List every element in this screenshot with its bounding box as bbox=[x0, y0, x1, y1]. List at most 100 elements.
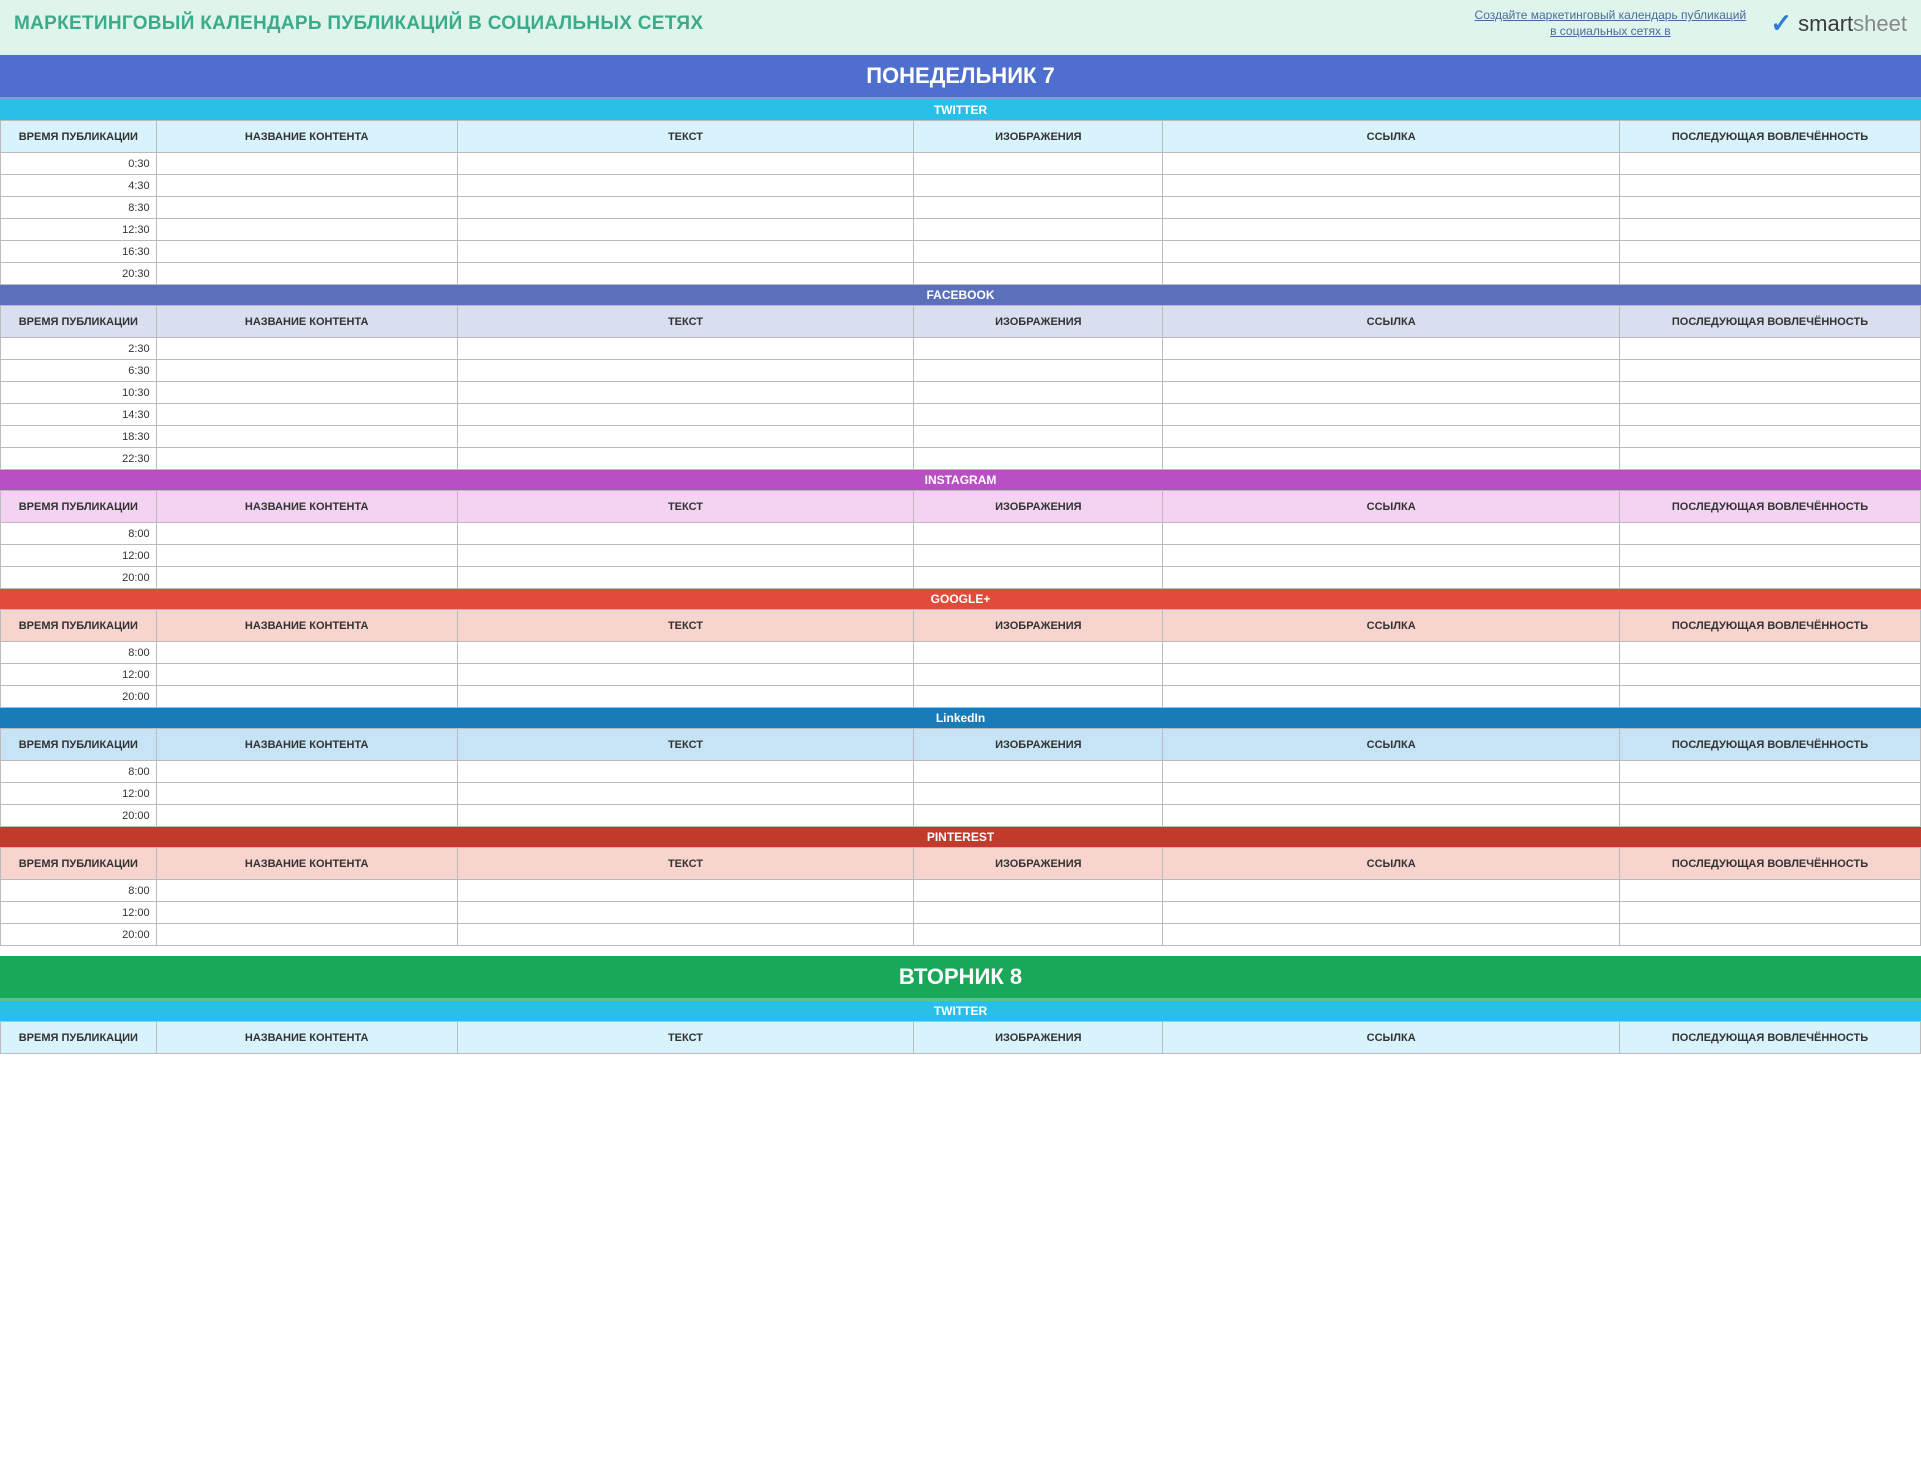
data-cell[interactable] bbox=[156, 263, 457, 285]
time-cell[interactable]: 8:00 bbox=[1, 761, 157, 783]
data-cell[interactable] bbox=[1619, 219, 1920, 241]
data-cell[interactable] bbox=[914, 338, 1163, 360]
data-cell[interactable] bbox=[156, 664, 457, 686]
data-cell[interactable] bbox=[1163, 153, 1620, 175]
time-cell[interactable]: 12:00 bbox=[1, 783, 157, 805]
data-cell[interactable] bbox=[1619, 902, 1920, 924]
data-cell[interactable] bbox=[1619, 382, 1920, 404]
data-cell[interactable] bbox=[1163, 197, 1620, 219]
data-cell[interactable] bbox=[914, 805, 1163, 827]
data-cell[interactable] bbox=[457, 153, 914, 175]
data-cell[interactable] bbox=[1619, 783, 1920, 805]
data-cell[interactable] bbox=[1163, 263, 1620, 285]
data-cell[interactable] bbox=[914, 153, 1163, 175]
data-cell[interactable] bbox=[156, 642, 457, 664]
data-cell[interactable] bbox=[1619, 523, 1920, 545]
data-cell[interactable] bbox=[914, 197, 1163, 219]
data-cell[interactable] bbox=[457, 567, 914, 589]
data-cell[interactable] bbox=[1163, 880, 1620, 902]
data-cell[interactable] bbox=[914, 761, 1163, 783]
data-cell[interactable] bbox=[914, 783, 1163, 805]
data-cell[interactable] bbox=[457, 642, 914, 664]
data-cell[interactable] bbox=[1619, 197, 1920, 219]
data-cell[interactable] bbox=[1619, 805, 1920, 827]
data-cell[interactable] bbox=[1163, 783, 1620, 805]
data-cell[interactable] bbox=[914, 382, 1163, 404]
time-cell[interactable]: 18:30 bbox=[1, 426, 157, 448]
data-cell[interactable] bbox=[1163, 404, 1620, 426]
data-cell[interactable] bbox=[1619, 761, 1920, 783]
data-cell[interactable] bbox=[457, 924, 914, 946]
data-cell[interactable] bbox=[1163, 338, 1620, 360]
data-cell[interactable] bbox=[1619, 924, 1920, 946]
data-cell[interactable] bbox=[156, 545, 457, 567]
time-cell[interactable]: 6:30 bbox=[1, 360, 157, 382]
data-cell[interactable] bbox=[156, 902, 457, 924]
time-cell[interactable]: 10:30 bbox=[1, 382, 157, 404]
data-cell[interactable] bbox=[1619, 664, 1920, 686]
data-cell[interactable] bbox=[156, 153, 457, 175]
data-cell[interactable] bbox=[914, 360, 1163, 382]
data-cell[interactable] bbox=[1619, 567, 1920, 589]
data-cell[interactable] bbox=[457, 263, 914, 285]
time-cell[interactable]: 20:00 bbox=[1, 805, 157, 827]
data-cell[interactable] bbox=[1619, 360, 1920, 382]
data-cell[interactable] bbox=[1163, 448, 1620, 470]
time-cell[interactable]: 0:30 bbox=[1, 153, 157, 175]
time-cell[interactable]: 12:00 bbox=[1, 902, 157, 924]
data-cell[interactable] bbox=[156, 761, 457, 783]
data-cell[interactable] bbox=[1163, 902, 1620, 924]
data-cell[interactable] bbox=[1163, 686, 1620, 708]
data-cell[interactable] bbox=[156, 523, 457, 545]
data-cell[interactable] bbox=[457, 404, 914, 426]
data-cell[interactable] bbox=[1163, 567, 1620, 589]
data-cell[interactable] bbox=[914, 404, 1163, 426]
data-cell[interactable] bbox=[1619, 426, 1920, 448]
data-cell[interactable] bbox=[457, 545, 914, 567]
data-cell[interactable] bbox=[914, 686, 1163, 708]
data-cell[interactable] bbox=[1619, 338, 1920, 360]
data-cell[interactable] bbox=[156, 382, 457, 404]
data-cell[interactable] bbox=[457, 338, 914, 360]
data-cell[interactable] bbox=[914, 664, 1163, 686]
data-cell[interactable] bbox=[457, 360, 914, 382]
data-cell[interactable] bbox=[457, 175, 914, 197]
data-cell[interactable] bbox=[156, 219, 457, 241]
data-cell[interactable] bbox=[156, 338, 457, 360]
data-cell[interactable] bbox=[457, 241, 914, 263]
data-cell[interactable] bbox=[457, 686, 914, 708]
time-cell[interactable]: 14:30 bbox=[1, 404, 157, 426]
data-cell[interactable] bbox=[1163, 219, 1620, 241]
data-cell[interactable] bbox=[1619, 686, 1920, 708]
data-cell[interactable] bbox=[457, 761, 914, 783]
time-cell[interactable]: 20:30 bbox=[1, 263, 157, 285]
time-cell[interactable]: 4:30 bbox=[1, 175, 157, 197]
data-cell[interactable] bbox=[914, 241, 1163, 263]
data-cell[interactable] bbox=[156, 360, 457, 382]
data-cell[interactable] bbox=[457, 197, 914, 219]
data-cell[interactable] bbox=[1619, 448, 1920, 470]
data-cell[interactable] bbox=[914, 263, 1163, 285]
data-cell[interactable] bbox=[156, 686, 457, 708]
data-cell[interactable] bbox=[156, 404, 457, 426]
data-cell[interactable] bbox=[457, 805, 914, 827]
data-cell[interactable] bbox=[1163, 426, 1620, 448]
time-cell[interactable]: 8:30 bbox=[1, 197, 157, 219]
data-cell[interactable] bbox=[156, 880, 457, 902]
data-cell[interactable] bbox=[914, 545, 1163, 567]
data-cell[interactable] bbox=[1163, 523, 1620, 545]
time-cell[interactable]: 12:00 bbox=[1, 545, 157, 567]
data-cell[interactable] bbox=[156, 426, 457, 448]
data-cell[interactable] bbox=[1163, 360, 1620, 382]
data-cell[interactable] bbox=[914, 448, 1163, 470]
data-cell[interactable] bbox=[1163, 545, 1620, 567]
data-cell[interactable] bbox=[1163, 241, 1620, 263]
data-cell[interactable] bbox=[1163, 924, 1620, 946]
data-cell[interactable] bbox=[1163, 642, 1620, 664]
data-cell[interactable] bbox=[1619, 642, 1920, 664]
time-cell[interactable]: 16:30 bbox=[1, 241, 157, 263]
time-cell[interactable]: 8:00 bbox=[1, 523, 157, 545]
data-cell[interactable] bbox=[1163, 664, 1620, 686]
data-cell[interactable] bbox=[914, 426, 1163, 448]
time-cell[interactable]: 2:30 bbox=[1, 338, 157, 360]
